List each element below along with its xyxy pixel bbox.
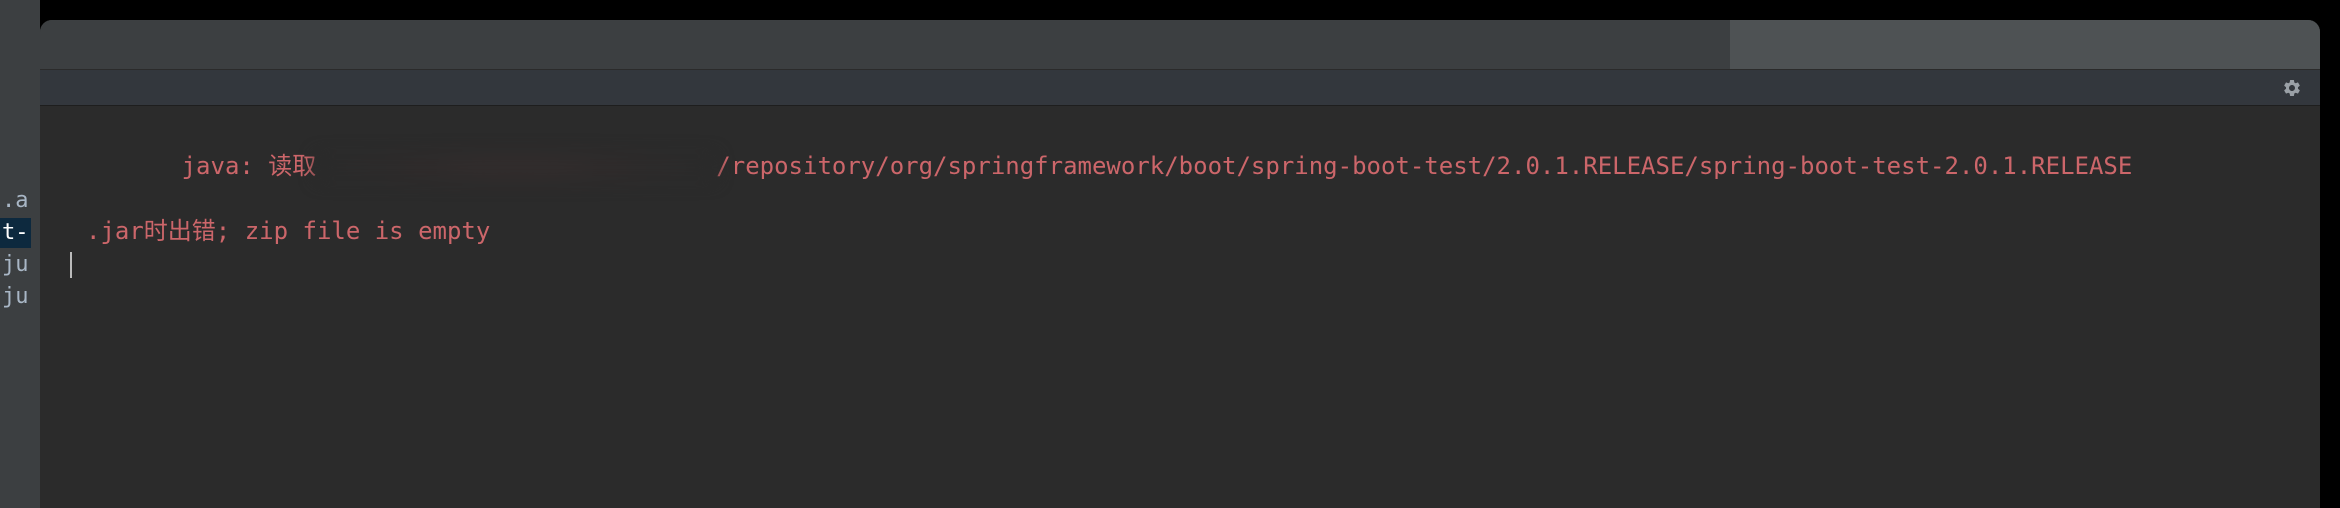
sidebar-item-1[interactable]: t- <box>0 218 31 248</box>
gear-icon[interactable] <box>2282 78 2302 98</box>
sidebar-items: .a t- ju ju <box>0 186 31 312</box>
toolbar <box>40 70 2320 106</box>
error-path: /repository/org/springframework/boot/spr… <box>716 152 2132 180</box>
main-area: java: 读取/repository/org/springframework/… <box>40 106 2320 508</box>
tab-area[interactable] <box>40 20 2320 69</box>
cursor-line <box>66 248 2306 280</box>
ide-window: java: 读取/repository/org/springframework/… <box>40 20 2320 508</box>
title-bar <box>40 20 2320 70</box>
active-tab[interactable] <box>1730 20 2320 69</box>
error-line-2: .jar时出错; zip file is empty <box>66 215 2306 247</box>
console-output[interactable]: java: 读取/repository/org/springframework/… <box>58 106 2320 508</box>
sidebar-item-3[interactable]: ju <box>0 282 31 312</box>
sidebar-item-2[interactable]: ju <box>0 250 31 280</box>
error-line-1: java: 读取/repository/org/springframework/… <box>66 118 2306 215</box>
gutter <box>40 106 58 508</box>
sidebar-item-0[interactable]: .a <box>0 186 31 216</box>
sidebar-peek: .a t- ju ju <box>0 0 40 508</box>
text-cursor <box>70 252 72 278</box>
redacted-path <box>316 154 716 180</box>
error-prefix: java: 读取 <box>182 152 317 180</box>
